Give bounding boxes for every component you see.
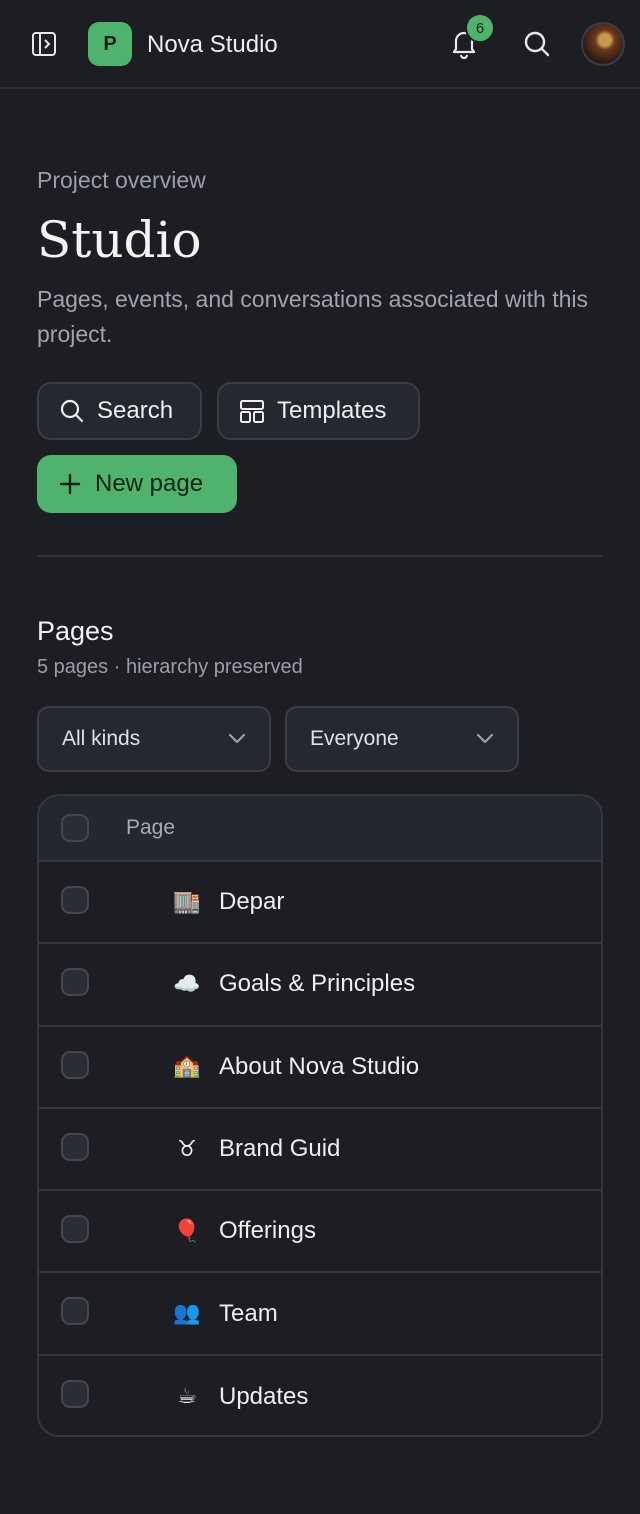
workspace-name[interactable]: Nova Studio [147, 30, 278, 60]
templates-button[interactable]: Templates [217, 382, 420, 440]
table-row[interactable]: ☁️ Goals & Principles [39, 944, 601, 1027]
workspace-logo[interactable]: P [88, 22, 132, 66]
people-filter-value: Everyone [310, 727, 399, 750]
new-page-button[interactable]: New page [37, 455, 237, 513]
table-row[interactable]: 🎈 Offerings [39, 1191, 601, 1274]
header-search-button[interactable] [522, 29, 552, 59]
templates-button-label: Templates [277, 397, 387, 424]
chevron-down-icon [228, 733, 246, 744]
row-checkbox[interactable] [61, 968, 89, 997]
page-emoji-icon: 🏫 [173, 1054, 201, 1080]
page-emoji-icon: 👥 [173, 1301, 201, 1327]
search-button[interactable]: Search [37, 382, 202, 440]
top-bar: P Nova Studio 6 [0, 0, 640, 89]
table-row[interactable]: 👥 Team [39, 1273, 601, 1356]
new-page-button-label: New page [95, 470, 204, 497]
row-checkbox[interactable] [61, 1050, 89, 1079]
page-title-link[interactable]: Goals & Principles [219, 970, 415, 998]
templates-icon [240, 400, 264, 423]
search-icon [524, 31, 550, 57]
table-body: 🏬 Depar ☁️ Goals & Principles 🏫 About Nova St… [39, 862, 601, 1435]
row-checkbox[interactable] [61, 886, 89, 914]
kind-filter-value: All kinds [62, 727, 141, 750]
pages-section-title: Pages [37, 616, 114, 646]
table-row[interactable]: 🏫 About Nova Studio [39, 1027, 601, 1109]
pages-table: Page 🏬 Depar ☁️ Goals & Principles 🏫 About No… [37, 794, 603, 1437]
table-row[interactable]: ♉ Brand Guid [39, 1109, 601, 1192]
row-checkbox[interactable] [61, 1215, 89, 1244]
row-checkbox[interactable] [61, 1297, 89, 1326]
page-title-link[interactable]: Depar [219, 888, 284, 916]
section-divider [37, 555, 603, 557]
sidebar-toggle-icon [32, 32, 56, 56]
chevron-down-icon [476, 733, 494, 744]
page-description: Pages, events, and conversations associa… [37, 286, 589, 347]
page-title-link[interactable]: Updates [219, 1383, 308, 1411]
page-title: Studio [37, 211, 202, 269]
page-emoji-icon: ☕ [177, 1384, 197, 1410]
column-header-page: Page [126, 816, 176, 839]
table-row[interactable]: 🏬 Depar [39, 862, 601, 945]
page-emoji-icon: ☁️ [173, 971, 201, 997]
page-title-link[interactable]: Offerings [219, 1217, 316, 1245]
plus-icon [59, 473, 81, 495]
search-icon [60, 399, 84, 423]
table-header: Page [39, 796, 601, 862]
search-button-label: Search [97, 397, 174, 424]
page-title-link[interactable]: About Nova Studio [219, 1053, 419, 1081]
select-all-checkbox[interactable] [61, 814, 89, 842]
people-filter-select[interactable]: Everyone [285, 706, 519, 772]
kind-filter-select[interactable]: All kinds [37, 706, 271, 772]
page-emoji-icon: 🎈 [173, 1218, 201, 1244]
notification-count-badge: 6 [465, 13, 495, 43]
user-avatar[interactable] [581, 22, 625, 66]
page-emoji-icon: 🏬 [173, 889, 201, 915]
sidebar-toggle-button[interactable] [30, 30, 58, 58]
pages-section-subtitle: 5 pages · hierarchy preserved [37, 656, 303, 678]
page-title-link[interactable]: Team [219, 1300, 278, 1328]
row-checkbox[interactable] [61, 1379, 89, 1408]
page-title-link[interactable]: Brand Guid [219, 1135, 340, 1163]
page-eyebrow: Project overview [37, 167, 206, 193]
row-checkbox[interactable] [61, 1132, 89, 1161]
table-row[interactable]: ☕ Updates [39, 1356, 601, 1435]
page-emoji-icon: ♉ [177, 1136, 197, 1162]
